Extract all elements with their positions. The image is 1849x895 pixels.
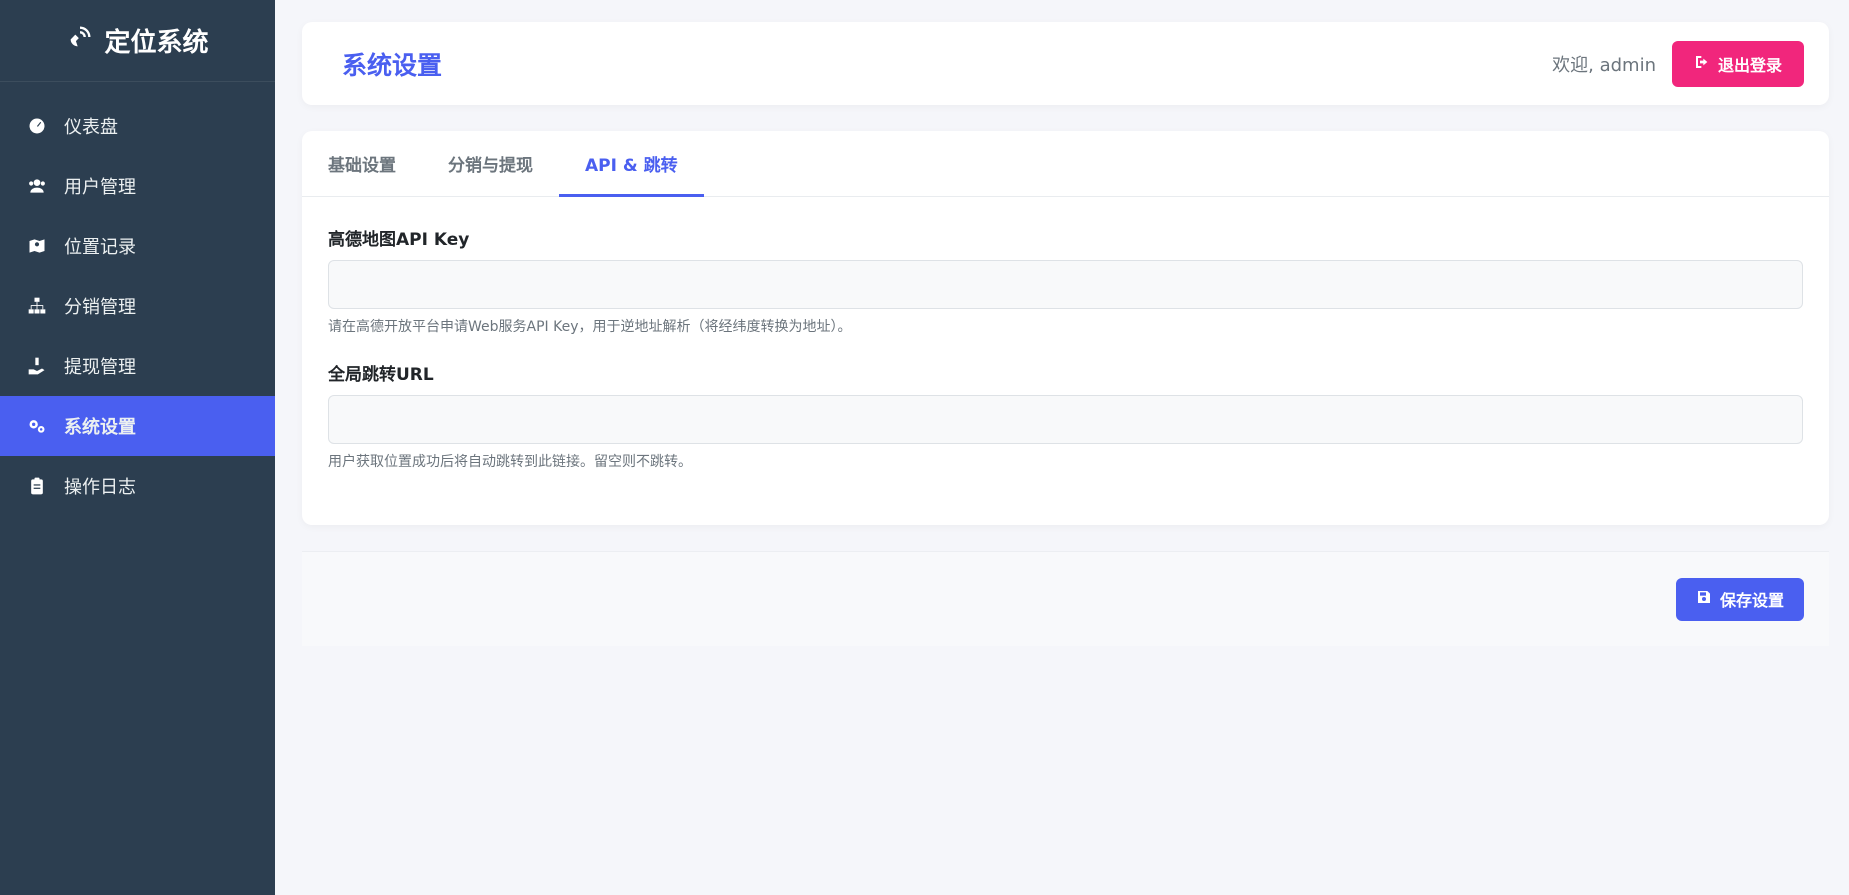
sidebar: 定位系统 仪表盘 用户管理 位置记录 分销管理 提现管理 系统设置 操作日志	[0, 0, 275, 895]
sidebar-item-label: 系统设置	[64, 417, 136, 438]
tab-distribution[interactable]: 分销与提现	[422, 131, 559, 196]
users-icon	[26, 175, 48, 197]
amap-key-help: 请在高德开放平台申请Web服务API Key，用于逆地址解析（将经纬度转换为地址…	[328, 319, 852, 335]
main-content: 系统设置 欢迎, admin 退出登录 基础设置 分销与提现 API & 跳转 …	[275, 0, 1849, 895]
tab-api-redirect[interactable]: API & 跳转	[559, 131, 704, 197]
brand-title: 定位系统	[104, 28, 209, 58]
sidebar-item-label: 用户管理	[64, 177, 136, 198]
sidebar-item-label: 仪表盘	[64, 117, 118, 138]
settings-card: 基础设置 分销与提现 API & 跳转 高德地图API Key 请在高德开放平台…	[302, 131, 1829, 525]
sidebar-item-distribution[interactable]: 分销管理	[0, 276, 275, 336]
hand-holding-dollar-icon	[26, 355, 48, 377]
save-button[interactable]: 保存设置	[1675, 577, 1804, 621]
sidebar-item-withdrawals[interactable]: 提现管理	[0, 336, 275, 396]
sidebar-item-settings[interactable]: 系统设置	[0, 396, 275, 456]
welcome-text: 欢迎, admin	[1552, 54, 1656, 76]
sidebar-item-label: 分销管理	[64, 297, 136, 318]
tachometer-icon	[26, 115, 48, 137]
logout-label: 退出登录	[1717, 55, 1782, 75]
redirect-url-field: 全局跳转URL 用户获取位置成功后将自动跳转到此链接。留空则不跳转。	[328, 360, 1803, 471]
save-label: 保存设置	[1719, 591, 1784, 610]
sidebar-item-label: 位置记录	[64, 237, 136, 258]
logout-button[interactable]: 退出登录	[1671, 40, 1804, 87]
sidebar-item-label: 提现管理	[64, 357, 136, 378]
redirect-url-input[interactable]	[328, 395, 1803, 444]
sidebar-item-label: 操作日志	[64, 477, 136, 498]
sidebar-item-locations[interactable]: 位置记录	[0, 216, 275, 276]
user-area: 欢迎, admin 退出登录	[1552, 40, 1804, 87]
satellite-dish-icon	[66, 23, 94, 58]
clipboard-list-icon	[26, 475, 48, 497]
sitemap-icon	[26, 295, 48, 317]
sidebar-item-dashboard[interactable]: 仪表盘	[0, 96, 275, 156]
sign-out-icon	[1694, 54, 1710, 74]
form-body: 高德地图API Key 请在高德开放平台申请Web服务API Key，用于逆地址…	[302, 197, 1829, 471]
form-footer: 保存设置	[302, 551, 1829, 646]
sidebar-nav: 仪表盘 用户管理 位置记录 分销管理 提现管理 系统设置 操作日志	[0, 96, 275, 516]
amap-key-input[interactable]	[328, 260, 1803, 309]
cogs-icon	[26, 415, 48, 437]
sidebar-item-users[interactable]: 用户管理	[0, 156, 275, 216]
topbar: 系统设置 欢迎, admin 退出登录	[302, 22, 1829, 105]
amap-key-label: 高德地图API Key	[328, 230, 470, 250]
settings-tabs: 基础设置 分销与提现 API & 跳转	[302, 131, 1829, 197]
save-icon	[1696, 589, 1712, 609]
map-marked-icon	[26, 235, 48, 257]
brand[interactable]: 定位系统	[0, 0, 275, 82]
redirect-url-help: 用户获取位置成功后将自动跳转到此链接。留空则不跳转。	[328, 454, 692, 470]
tab-basic[interactable]: 基础设置	[302, 131, 422, 196]
redirect-url-label: 全局跳转URL	[328, 365, 434, 385]
sidebar-item-logs[interactable]: 操作日志	[0, 456, 275, 516]
amap-key-field: 高德地图API Key 请在高德开放平台申请Web服务API Key，用于逆地址…	[328, 225, 1803, 336]
page-title: 系统设置	[342, 50, 443, 80]
